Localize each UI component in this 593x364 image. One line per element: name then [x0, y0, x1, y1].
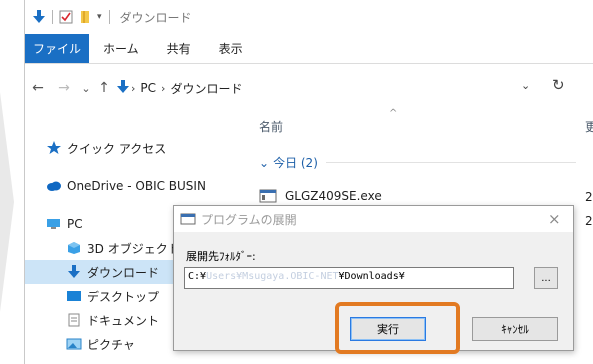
path-prefix: C:¥: [188, 271, 207, 282]
column-header-name[interactable]: 名前: [259, 118, 283, 135]
download-arrow-icon: [117, 79, 129, 97]
nav-item-3d-objects[interactable]: 3D オブジェクト: [65, 236, 180, 260]
computer-icon: [45, 216, 63, 232]
nav-item-label: ダウンロード: [87, 265, 160, 280]
address-bar: ← → ⌄ ↑ › PC › ダウンロード ⌄ ↻: [25, 72, 593, 104]
close-button[interactable]: ×: [548, 210, 561, 228]
dialog-title: プログラムの展開: [201, 212, 297, 227]
breadcrumb[interactable]: › PC › ダウンロード: [117, 76, 509, 100]
tab-home[interactable]: ホーム: [89, 34, 153, 63]
column-header-date[interactable]: 更: [585, 118, 593, 135]
breadcrumb-pc[interactable]: PC: [140, 81, 156, 95]
properties-checkbox-icon[interactable]: [59, 10, 73, 24]
breadcrumb-downloads[interactable]: ダウンロード: [170, 80, 242, 97]
quick-access-dropdown-icon[interactable]: ▾: [97, 12, 102, 22]
nav-item-quick-access[interactable]: クイック アクセス: [45, 136, 166, 160]
tab-view[interactable]: 表示: [205, 34, 257, 63]
cube-icon: [65, 240, 83, 256]
cloud-icon: [45, 178, 63, 194]
tab-file[interactable]: ファイル: [25, 34, 89, 63]
nav-item-label: 3D オブジェクト: [87, 241, 180, 256]
nav-item-label: クイック アクセス: [67, 141, 167, 156]
executable-icon: [259, 189, 277, 203]
path-blurred: Users¥Msugaya.OBIC-NET: [206, 271, 339, 282]
title-bar: ▾ ダウンロード: [25, 0, 593, 34]
download-arrow-icon: [33, 10, 45, 24]
nav-item-pictures[interactable]: ピクチャ: [65, 332, 135, 356]
nav-item-label: PC: [67, 217, 83, 231]
recent-locations-button[interactable]: ⌄: [77, 76, 95, 100]
up-button[interactable]: ↑: [95, 76, 113, 100]
tab-share[interactable]: 共有: [153, 34, 205, 63]
star-icon: [45, 140, 63, 156]
separator: [108, 10, 110, 24]
destination-folder-label: 展開先ﾌｫﾙﾀﾞｰ:: [186, 250, 256, 263]
cancel-button[interactable]: ｷｬﾝｾﾙ: [472, 317, 558, 341]
nav-item-documents[interactable]: ドキュメント: [65, 308, 159, 332]
desktop-icon: [65, 288, 83, 304]
dialog-title-bar: プログラムの展開: [174, 206, 573, 232]
group-header-today[interactable]: ⌄ 今日 (2): [259, 154, 576, 171]
document-icon: [65, 312, 83, 328]
window-title: ダウンロード: [119, 10, 192, 25]
destination-path-input[interactable]: C:¥Users¥Msugaya.OBIC-NET¥Downloads¥: [184, 267, 514, 289]
new-folder-icon[interactable]: [78, 10, 92, 24]
refresh-button[interactable]: ↻: [552, 76, 565, 94]
group-label: 今日 (2): [273, 156, 318, 170]
nav-item-label: ピクチャ: [87, 337, 135, 352]
nav-item-desktop[interactable]: デスクトップ: [65, 284, 159, 308]
nav-item-label: デスクトップ: [87, 289, 160, 304]
breadcrumb-separator-icon: ›: [131, 81, 136, 95]
address-dropdown-button[interactable]: ⌄: [521, 79, 530, 92]
date-modified-value: 2: [585, 214, 593, 228]
forward-button[interactable]: →: [51, 76, 77, 100]
separator: [52, 10, 53, 24]
file-name: GLGZ409SE.exe: [285, 189, 382, 203]
back-button[interactable]: ←: [25, 76, 51, 100]
picture-icon: [65, 336, 83, 352]
highlight-frame: [335, 302, 460, 354]
nav-item-label: ドキュメント: [87, 313, 160, 328]
nav-item-label: OneDrive - OBIC BUSIN: [67, 179, 206, 193]
nav-item-onedrive[interactable]: OneDrive - OBIC BUSIN: [45, 174, 206, 198]
ribbon-tabs: ファイル ホーム 共有 表示: [25, 34, 593, 64]
date-modified-value: 2: [585, 190, 593, 204]
chevron-decoration: [0, 92, 14, 312]
program-icon: [180, 213, 196, 225]
list-item[interactable]: GLGZ409SE.exe: [259, 185, 382, 207]
download-arrow-icon: [65, 264, 83, 280]
breadcrumb-separator-icon: ›: [161, 81, 166, 95]
sort-ascending-icon: ^: [389, 108, 398, 119]
divider: [325, 162, 576, 163]
nav-item-pc[interactable]: PC: [45, 212, 83, 236]
browse-button[interactable]: ...: [534, 267, 558, 289]
path-suffix: ¥Downloads¥: [338, 271, 405, 282]
chevron-down-icon: ⌄: [259, 155, 270, 170]
